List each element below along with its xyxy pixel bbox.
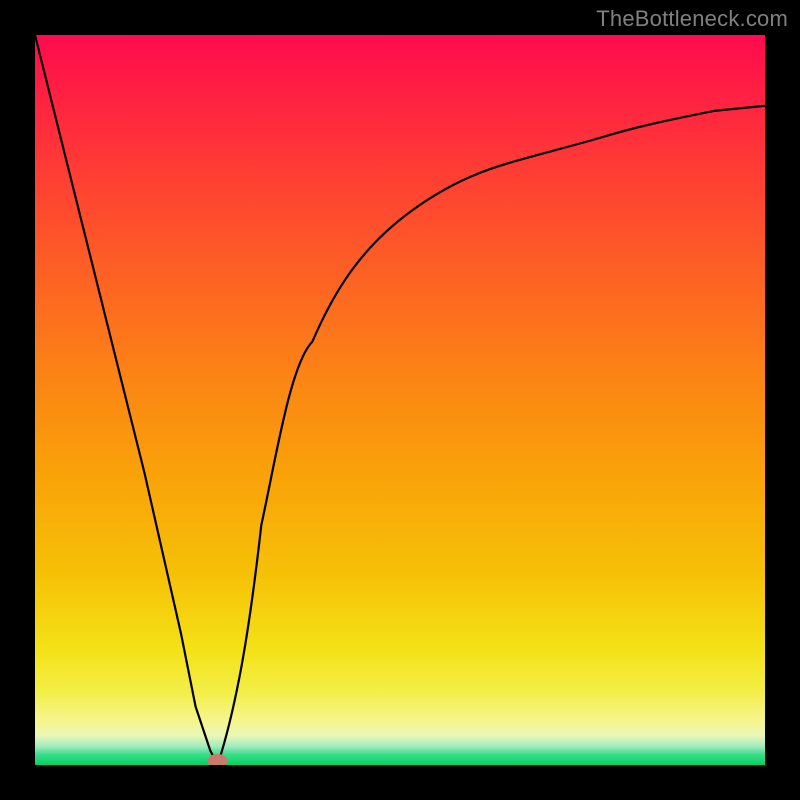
- curve-svg: [35, 35, 765, 765]
- plot-area: [35, 35, 765, 765]
- bottleneck-curve-path: [35, 35, 765, 765]
- optimum-marker: [208, 754, 228, 765]
- watermark-text: TheBottleneck.com: [596, 6, 788, 32]
- chart-container: TheBottleneck.com: [0, 0, 800, 800]
